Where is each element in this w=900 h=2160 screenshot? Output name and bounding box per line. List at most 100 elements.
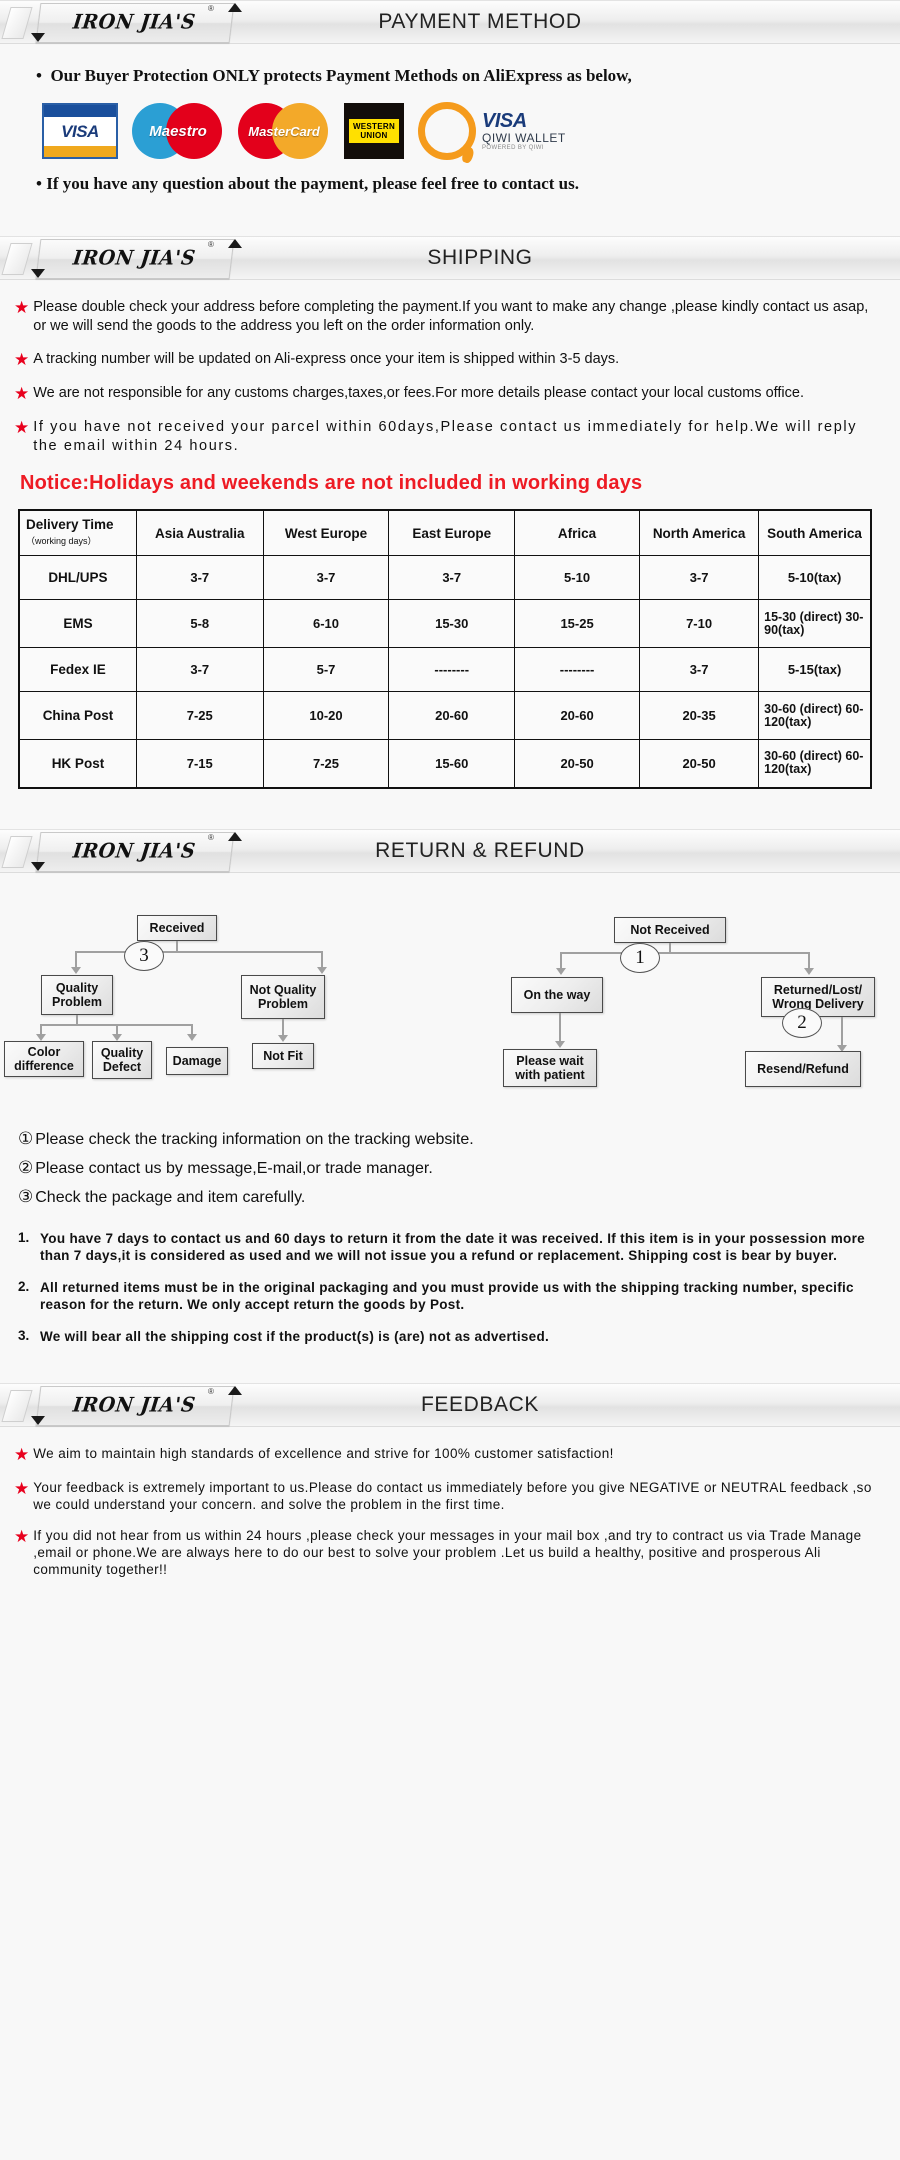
flow-node-not-received: Not Received [614, 916, 726, 943]
flow-node-not-fit: Not Fit [252, 1042, 314, 1069]
flow-node-please-wait: Please wait with patient [503, 1048, 597, 1087]
payment-bullet-bottom: • If you have any question about the pay… [36, 174, 580, 193]
table-cell: 30-60 (direct) 60-120(tax) [758, 691, 872, 740]
table-corner-title: Delivery Time [26, 517, 114, 532]
shipping-section-body: ★ Please double check your address befor… [0, 280, 900, 799]
note-text: Please contact us by message,E-mail,or t… [35, 1159, 433, 1177]
feedback-point: ★ If you did not hear from us within 24 … [0, 1527, 900, 1578]
table-row: HK Post 7-15 7-25 15-60 20-50 20-50 30-6… [18, 739, 872, 788]
note-number: ③ [18, 1186, 34, 1206]
qiwi-text-block: VISA QIWI WALLET POWERED BY QIWI [482, 111, 566, 151]
table-cell: 3-7 [135, 647, 264, 692]
table-col-header: East Europe [388, 509, 516, 556]
table-cell: 7-15 [135, 739, 264, 788]
table-cell: 3-7 [388, 555, 516, 600]
delivery-time-table: Delivery Time （working days） Asia Austra… [18, 509, 872, 789]
policy-text: We will bear all the shipping cost if th… [40, 1328, 550, 1344]
star-icon: ★ [14, 418, 30, 437]
flow-node-color-difference: Color difference [4, 1040, 84, 1077]
flow-node-returned-lost: Returned/Lost/ Wrong Delivery [761, 976, 875, 1017]
table-cell: -------- [514, 647, 641, 692]
table-cell: 3-7 [135, 555, 264, 600]
table-cell: -------- [388, 647, 516, 692]
return-section-banner: IRON JIA'S ® RETURN & REFUND [0, 828, 900, 873]
flow-arrow-icon [278, 1034, 288, 1042]
table-cell: 10-20 [262, 691, 390, 740]
qiwi-wallet-logo: VISA QIWI WALLET POWERED BY QIWI [418, 102, 566, 160]
flow-arrow-icon [187, 1033, 197, 1041]
table-cell: 5-10(tax) [758, 555, 872, 600]
flow-marker-2: 2 [782, 1007, 822, 1038]
flow-node-not-quality-problem: Not Quality Problem [241, 974, 325, 1019]
table-cell: 20-50 [639, 739, 760, 788]
shipping-section-banner: IRON JIA'S ® SHIPPING [0, 236, 900, 280]
visa-label: VISA [61, 121, 99, 141]
table-row: EMS 5-8 6-10 15-30 15-25 7-10 15-30 (dir… [18, 599, 872, 648]
star-icon: ★ [14, 350, 30, 369]
flow-node-damage: Damage [166, 1046, 228, 1075]
table-col-header: South America [758, 509, 872, 556]
table-cell: 3-7 [262, 555, 390, 600]
visa-logo: VISA [42, 103, 118, 159]
qiwi-visa-label: VISA [482, 110, 527, 133]
table-cell: 15-60 [388, 739, 516, 788]
flow-arrow-icon [556, 967, 566, 975]
flow-arrow-icon [555, 1040, 565, 1048]
feedback-point: ★ We aim to maintain high standards of e… [0, 1445, 900, 1465]
table-cell: 30-60 (direct) 60-120(tax) [758, 739, 872, 788]
table-corner-header: Delivery Time （working days） [18, 509, 137, 556]
payment-logos: VISA Maestro MasterCard WESTERN UNION VI… [0, 86, 900, 174]
qiwi-ring-icon [418, 102, 476, 160]
western-union-line1: WESTERN [352, 122, 396, 131]
maestro-label: Maestro [149, 122, 207, 140]
table-row-label: DHL/UPS [18, 555, 137, 600]
flow-arrow-icon [71, 966, 81, 974]
return-numbered-notes: ① Please check the tracking information o… [0, 1111, 900, 1218]
return-policy-list: 1. You have 7 days to contact us and 60 … [0, 1218, 900, 1370]
payment-bullet-top-text: Our Buyer Protection ONLY protects Payme… [50, 66, 632, 85]
policy-number: 1. [18, 1229, 30, 1245]
table-row-label: HK Post [18, 739, 137, 788]
shipping-section-title: SHIPPING [427, 246, 533, 269]
policy-item: 1. You have 7 days to contact us and 60 … [18, 1230, 878, 1265]
payment-bullet-bottom-text: If you have any question about the payme… [46, 174, 580, 193]
flow-arrow-icon [36, 1033, 46, 1041]
western-union-plate: WESTERN UNION [348, 119, 400, 143]
star-icon: ★ [14, 1445, 30, 1464]
table-cell: 3-7 [639, 647, 760, 692]
payment-section-body: • Our Buyer Protection ONLY protects Pay… [0, 44, 900, 208]
visa-bottom-bar [44, 146, 116, 157]
table-row-label: EMS [18, 599, 137, 648]
table-cell: 20-50 [514, 739, 641, 788]
feedback-section-title: FEEDBACK [421, 1393, 539, 1416]
shipping-point: ★ A tracking number will be updated on A… [0, 350, 900, 370]
flow-node-on-the-way: On the way [511, 976, 603, 1013]
payment-section-banner: IRON JIA'S ® PAYMENT METHOD [0, 0, 900, 44]
feedback-section-body: ★ We aim to maintain high standards of e… [0, 1427, 900, 1616]
feedback-point-text: We aim to maintain high standards of exc… [33, 1446, 614, 1461]
return-section-title: RETURN & REFUND [375, 838, 585, 862]
shipping-point-text: A tracking number will be updated on Ali… [33, 351, 620, 367]
table-corner-sub: （working days） [26, 536, 97, 546]
flow-arrow-icon [112, 1033, 122, 1041]
flow-arrow-icon [317, 966, 327, 974]
shipping-point: ★ We are not responsible for any customs… [0, 384, 900, 404]
table-cell: 20-35 [639, 691, 760, 740]
table-cell: 5-7 [262, 647, 390, 692]
star-icon: ★ [14, 1479, 30, 1498]
maestro-logo: Maestro [132, 103, 224, 159]
policy-item: 2. All returned items must be in the ori… [18, 1279, 878, 1314]
western-union-logo: WESTERN UNION [344, 103, 404, 159]
return-flowchart: Received 3 Quality Problem Not Quality P… [0, 891, 900, 1111]
holiday-notice: Notice:Holidays and weekends are not inc… [20, 472, 643, 494]
policy-number: 3. [18, 1327, 30, 1343]
table-cell: 15-30 (direct) 30-90(tax) [758, 599, 872, 648]
product-detail-page: IRON JIA'S ® PAYMENT METHOD • Our Buyer … [0, 0, 900, 2160]
flow-node-resend-refund: Resend/Refund [745, 1050, 861, 1087]
table-cell: 15-25 [514, 599, 641, 648]
table-cell: 7-10 [639, 599, 760, 648]
western-union-line2: UNION [360, 131, 388, 140]
table-row-label: China Post [18, 691, 137, 740]
flow-line [560, 951, 810, 954]
table-col-header: West Europe [262, 509, 390, 556]
